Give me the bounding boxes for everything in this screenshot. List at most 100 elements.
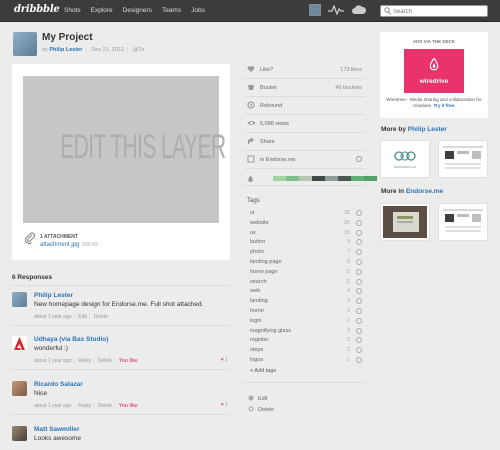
tag-row[interactable]: logos 1 (250, 357, 362, 366)
add-tag-icon[interactable] (356, 210, 362, 216)
add-tag-icon[interactable] (356, 288, 362, 295)
tag-name[interactable]: ui (250, 210, 254, 216)
tag-row[interactable]: search 5 (250, 278, 362, 288)
tag-name[interactable]: button (250, 239, 265, 245)
tag-name[interactable]: register (250, 337, 268, 343)
color-swatch[interactable] (312, 176, 325, 181)
tag-name[interactable]: ux (250, 230, 256, 236)
attachment-filename[interactable]: attachment.jpg (40, 242, 79, 248)
share-row[interactable]: Share (245, 134, 365, 151)
delete-label[interactable]: Delete (258, 407, 274, 413)
tag-name[interactable]: website (250, 220, 269, 226)
edit-action[interactable]: Edit (248, 395, 267, 403)
tag-name[interactable]: landing page (250, 259, 282, 265)
tag-name[interactable]: photo (250, 249, 264, 255)
response-edit-link[interactable]: Edit (78, 314, 87, 320)
color-swatch[interactable] (351, 176, 364, 181)
nav-teams[interactable]: Teams (162, 7, 181, 14)
tag-row[interactable]: home page 5 (250, 268, 362, 278)
upload-cloud-icon[interactable] (351, 5, 367, 15)
attachment-link[interactable]: attachment.jpg 500 Kb (40, 242, 98, 248)
nav-jobs[interactable]: Jobs (191, 7, 205, 14)
shot-image[interactable]: EDIT THIS LAYER (23, 76, 226, 223)
response-author[interactable]: Udhaya (via Bas Studio) (34, 336, 108, 343)
team-row[interactable]: in Endorse.me (245, 152, 365, 169)
tag-row[interactable]: web 4 (250, 288, 362, 297)
edit-label[interactable]: Edit (258, 396, 267, 402)
add-tag-icon[interactable] (356, 259, 362, 265)
tag-row[interactable]: ui 36 (250, 210, 362, 219)
nav-shots[interactable]: Shots (64, 7, 81, 14)
color-swatch[interactable] (286, 176, 299, 181)
rebound-label[interactable]: Rebound (260, 103, 282, 109)
add-tag-icon[interactable] (356, 308, 362, 314)
add-tag-icon[interactable] (356, 278, 362, 285)
nav-designers[interactable]: Designers (123, 7, 152, 14)
ad-image[interactable]: wiredrive (404, 49, 464, 93)
user-avatar[interactable] (309, 4, 321, 16)
color-swatch[interactable] (299, 176, 312, 181)
tag-name[interactable]: home page (250, 269, 278, 275)
response-likes[interactable]: ♥ 1 (221, 402, 228, 408)
tag-name[interactable]: logos (250, 357, 263, 363)
more-by-author-link[interactable]: Philip Lester (408, 126, 447, 133)
activity-icon[interactable] (328, 5, 344, 15)
author-avatar[interactable] (13, 32, 37, 56)
response-author[interactable]: Ricardo Salazar (34, 381, 83, 388)
avatar[interactable] (12, 336, 27, 351)
response-reply-link[interactable]: Reply (78, 358, 91, 364)
more-in-thumbnail-1[interactable] (381, 204, 429, 240)
add-tag-icon[interactable] (356, 317, 362, 324)
more-in-thumbnail-2[interactable] (439, 204, 487, 240)
response-author[interactable]: Matt Sawmiller (34, 426, 80, 433)
share-label[interactable]: Share (260, 139, 275, 145)
tag-row[interactable]: landing 3 (250, 298, 362, 307)
tag-row[interactable]: home 2 (250, 308, 362, 317)
likes-count[interactable]: 173 likes (340, 67, 362, 73)
color-swatch[interactable] (273, 176, 286, 181)
color-swatch[interactable] (325, 176, 338, 181)
tag-row[interactable]: register 2 (250, 337, 362, 346)
response-author[interactable]: Philip Lester (34, 292, 73, 299)
bucket-label[interactable]: Bucket (260, 85, 277, 91)
you-like-link[interactable]: You like (119, 403, 138, 409)
response-likes[interactable]: ♥ 1 (221, 357, 228, 363)
tag-row[interactable]: steps 2 (250, 347, 362, 356)
dribbble-logo[interactable]: dribbble (14, 4, 60, 15)
team-label[interactable]: in Endorse.me (260, 157, 295, 163)
tag-row[interactable]: photo 7 (250, 249, 362, 258)
tag-row[interactable]: magnifying glass 2 (250, 327, 362, 337)
avatar[interactable] (12, 292, 27, 307)
response-delete-link[interactable]: Delete (94, 314, 108, 320)
tag-name[interactable]: web (250, 288, 260, 294)
add-tag-icon[interactable] (356, 347, 362, 354)
tag-name[interactable]: search (250, 279, 267, 285)
author-link[interactable]: Philip Lester (49, 47, 82, 53)
you-like-link[interactable]: You like (119, 358, 138, 364)
search-input[interactable] (393, 7, 485, 16)
add-tag-icon[interactable] (356, 337, 362, 344)
remove-team-icon[interactable] (356, 156, 362, 162)
rebound-row[interactable]: Rebound (245, 98, 365, 115)
response-reply-link[interactable]: Reply (78, 403, 91, 409)
add-tag-icon[interactable] (356, 357, 362, 363)
more-by-thumbnail-2[interactable] (439, 141, 487, 177)
delete-action[interactable]: Delete (248, 406, 274, 414)
bucket-row[interactable]: Bucket 40 buckets (245, 80, 365, 97)
add-tags-link[interactable]: + Add tags (250, 368, 276, 374)
tag-row[interactable]: website 26 (250, 219, 362, 229)
add-tag-icon[interactable] (356, 327, 362, 334)
avatar[interactable] (12, 426, 27, 441)
tag-name[interactable]: magnifying glass (250, 328, 291, 334)
like-label[interactable]: Like? (260, 67, 273, 73)
response-delete-link[interactable]: Delete (98, 358, 112, 364)
add-tag-icon[interactable] (356, 239, 362, 246)
tag-name[interactable]: landing (250, 298, 268, 304)
tag-row[interactable]: landing page 6 (250, 259, 362, 268)
nav-explore[interactable]: Explore (91, 7, 113, 14)
add-tag-icon[interactable] (356, 219, 362, 226)
tag-name[interactable]: steps (250, 347, 263, 353)
tag-name[interactable]: home (250, 308, 264, 314)
add-tag-icon[interactable] (356, 249, 362, 256)
avatar[interactable] (12, 381, 27, 396)
